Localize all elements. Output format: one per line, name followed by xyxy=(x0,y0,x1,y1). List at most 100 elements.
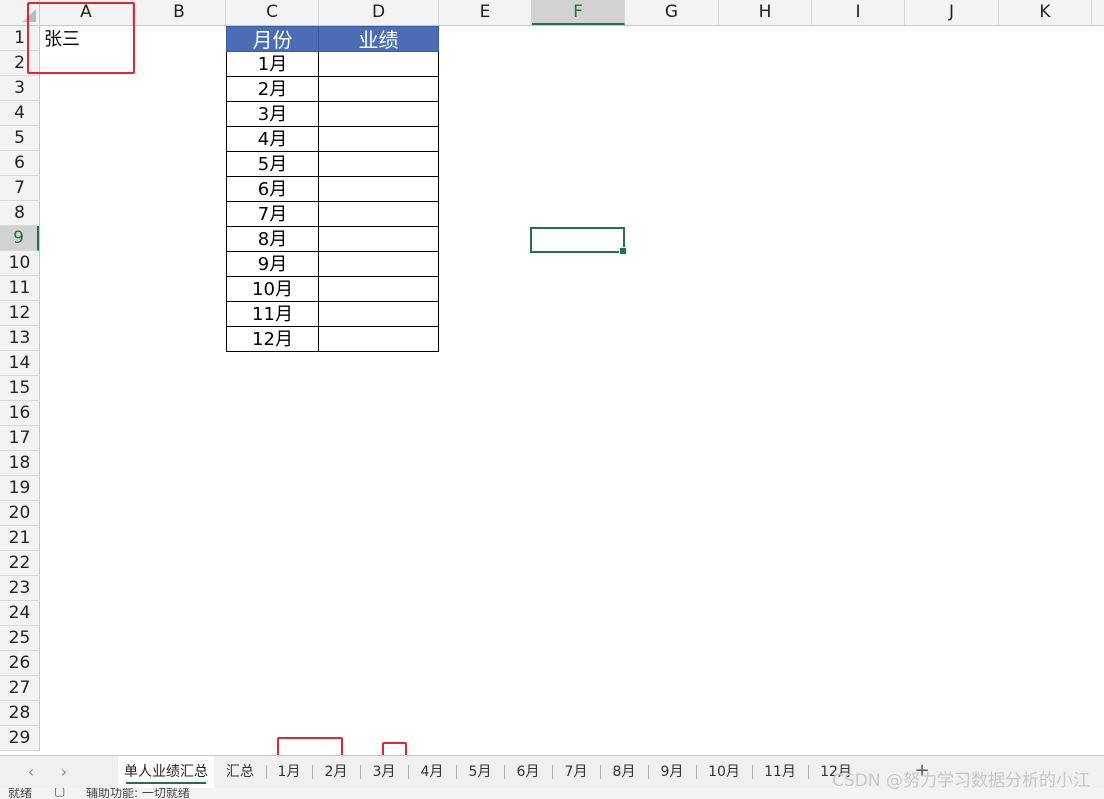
fill-handle[interactable] xyxy=(619,247,627,255)
table-performance-cell[interactable] xyxy=(318,327,439,352)
column-header-f[interactable]: F xyxy=(532,0,625,25)
sheet-tab-3[interactable]: 2月 xyxy=(312,756,360,788)
column-header-bar: ABCDEFGHIJK xyxy=(0,0,1104,26)
row-header-22[interactable]: 22 xyxy=(0,551,39,576)
row-header-11[interactable]: 11 xyxy=(0,276,39,301)
table-header-month[interactable]: 月份 xyxy=(226,26,319,52)
sheet-tab-label: 6月 xyxy=(516,764,540,780)
column-header-b[interactable]: B xyxy=(133,0,226,25)
table-month-cell[interactable]: 5月 xyxy=(226,152,319,177)
sheet-tab-10[interactable]: 9月 xyxy=(648,756,696,788)
table-performance-cell[interactable] xyxy=(318,52,439,77)
table-performance-cell[interactable] xyxy=(318,302,439,327)
table-month-cell[interactable]: 6月 xyxy=(226,177,319,202)
macro-record-icon[interactable]: ▢ xyxy=(54,788,65,798)
column-header-c[interactable]: C xyxy=(226,0,319,25)
accessibility-status[interactable]: 辅助功能: 一切就绪 xyxy=(86,788,190,799)
row-header-23[interactable]: 23 xyxy=(0,576,39,601)
tab-scroll-right-icon[interactable]: › xyxy=(55,762,73,782)
table-performance-cell[interactable] xyxy=(318,202,439,227)
sheet-tab-label: 8月 xyxy=(612,764,636,780)
row-header-21[interactable]: 21 xyxy=(0,526,39,551)
sheet-tab-label: 3月 xyxy=(372,764,396,780)
active-tab-underline xyxy=(126,782,206,784)
table-performance-cell[interactable] xyxy=(318,252,439,277)
sheet-tab-label: 10月 xyxy=(708,764,740,780)
column-header-j[interactable]: J xyxy=(905,0,999,25)
table-month-cell[interactable]: 10月 xyxy=(226,277,319,302)
sheet-tab-label: 单人业绩汇总 xyxy=(124,764,208,780)
highlight-box-a1 xyxy=(27,2,135,74)
column-header-d[interactable]: D xyxy=(319,0,439,25)
table-month-cell[interactable]: 3月 xyxy=(226,102,319,127)
table-month-cell[interactable]: 12月 xyxy=(226,327,319,352)
row-header-24[interactable]: 24 xyxy=(0,601,39,626)
row-header-16[interactable]: 16 xyxy=(0,401,39,426)
sheet-tab-1[interactable]: 汇总 xyxy=(214,756,266,788)
row-header-26[interactable]: 26 xyxy=(0,651,39,676)
table-month-cell[interactable]: 9月 xyxy=(226,252,319,277)
sheet-tab-label: 汇总 xyxy=(226,764,254,780)
sheet-tab-label: 5月 xyxy=(468,764,492,780)
table-performance-cell[interactable] xyxy=(318,77,439,102)
row-header-7[interactable]: 7 xyxy=(0,176,39,201)
sheet-tab-11[interactable]: 10月 xyxy=(696,756,752,788)
sheet-tab-label: 7月 xyxy=(564,764,588,780)
table-header-performance[interactable]: 业绩 xyxy=(318,26,439,52)
row-header-29[interactable]: 29 xyxy=(0,726,39,751)
sheet-tab-7[interactable]: 6月 xyxy=(504,756,552,788)
row-header-3[interactable]: 3 xyxy=(0,76,39,101)
table-month-cell[interactable]: 4月 xyxy=(226,127,319,152)
table-performance-cell[interactable] xyxy=(318,102,439,127)
row-header-8[interactable]: 8 xyxy=(0,201,39,226)
sheet-tab-2[interactable]: 1月 xyxy=(266,756,312,788)
row-header-14[interactable]: 14 xyxy=(0,351,39,376)
sheet-tab-label: 4月 xyxy=(420,764,444,780)
active-cell-f9[interactable] xyxy=(530,227,627,255)
sheet-tab-5[interactable]: 4月 xyxy=(408,756,456,788)
row-header-20[interactable]: 20 xyxy=(0,501,39,526)
sheet-tab-9[interactable]: 8月 xyxy=(600,756,648,788)
sheet-tab-4[interactable]: 3月 xyxy=(360,756,408,788)
tab-scroll-left-icon[interactable]: ‹ xyxy=(22,762,40,782)
row-header-17[interactable]: 17 xyxy=(0,426,39,451)
table-month-cell[interactable]: 2月 xyxy=(226,77,319,102)
row-header-19[interactable]: 19 xyxy=(0,476,39,501)
sheet-tab-label: 9月 xyxy=(660,764,684,780)
row-header-13[interactable]: 13 xyxy=(0,326,39,351)
column-header-g[interactable]: G xyxy=(625,0,719,25)
status-ready: 就绪 xyxy=(8,788,33,799)
table-performance-cell[interactable] xyxy=(318,227,439,252)
column-header-h[interactable]: H xyxy=(719,0,812,25)
table-month-cell[interactable]: 11月 xyxy=(226,302,319,327)
sheet-tab-0[interactable]: 单人业绩汇总 xyxy=(118,756,214,788)
sheet-tab-12[interactable]: 11月 xyxy=(752,756,808,788)
row-header-5[interactable]: 5 xyxy=(0,126,39,151)
sheet-tab-label: 1月 xyxy=(277,764,301,780)
row-header-28[interactable]: 28 xyxy=(0,701,39,726)
watermark: CSDN @努力学习数据分析的小江 xyxy=(832,771,1090,791)
row-header-25[interactable]: 25 xyxy=(0,626,39,651)
column-header-k[interactable]: K xyxy=(999,0,1092,25)
sheet-tab-6[interactable]: 5月 xyxy=(456,756,504,788)
row-header-4[interactable]: 4 xyxy=(0,101,39,126)
sheet-tab-8[interactable]: 7月 xyxy=(552,756,600,788)
row-header-6[interactable]: 6 xyxy=(0,151,39,176)
row-header-10[interactable]: 10 xyxy=(0,251,39,276)
table-month-cell[interactable]: 1月 xyxy=(226,52,319,77)
row-header-15[interactable]: 15 xyxy=(0,376,39,401)
row-header-27[interactable]: 27 xyxy=(0,676,39,701)
table-performance-cell[interactable] xyxy=(318,177,439,202)
table-performance-cell[interactable] xyxy=(318,277,439,302)
row-header-18[interactable]: 18 xyxy=(0,451,39,476)
sheet-tab-label: 11月 xyxy=(764,764,796,780)
row-header-12[interactable]: 12 xyxy=(0,301,39,326)
row-header-9[interactable]: 9 xyxy=(0,226,39,251)
column-header-i[interactable]: I xyxy=(812,0,905,25)
row-header-bar: 1 2 3 4 5 6 7 8 9 10 11 12 13 14 15 16 17 18 19 20 21 22 23 24 2… xyxy=(0,26,40,751)
column-header-e[interactable]: E xyxy=(439,0,532,25)
table-month-cell[interactable]: 8月 xyxy=(226,227,319,252)
table-performance-cell[interactable] xyxy=(318,152,439,177)
table-performance-cell[interactable] xyxy=(318,127,439,152)
table-month-cell[interactable]: 7月 xyxy=(226,202,319,227)
